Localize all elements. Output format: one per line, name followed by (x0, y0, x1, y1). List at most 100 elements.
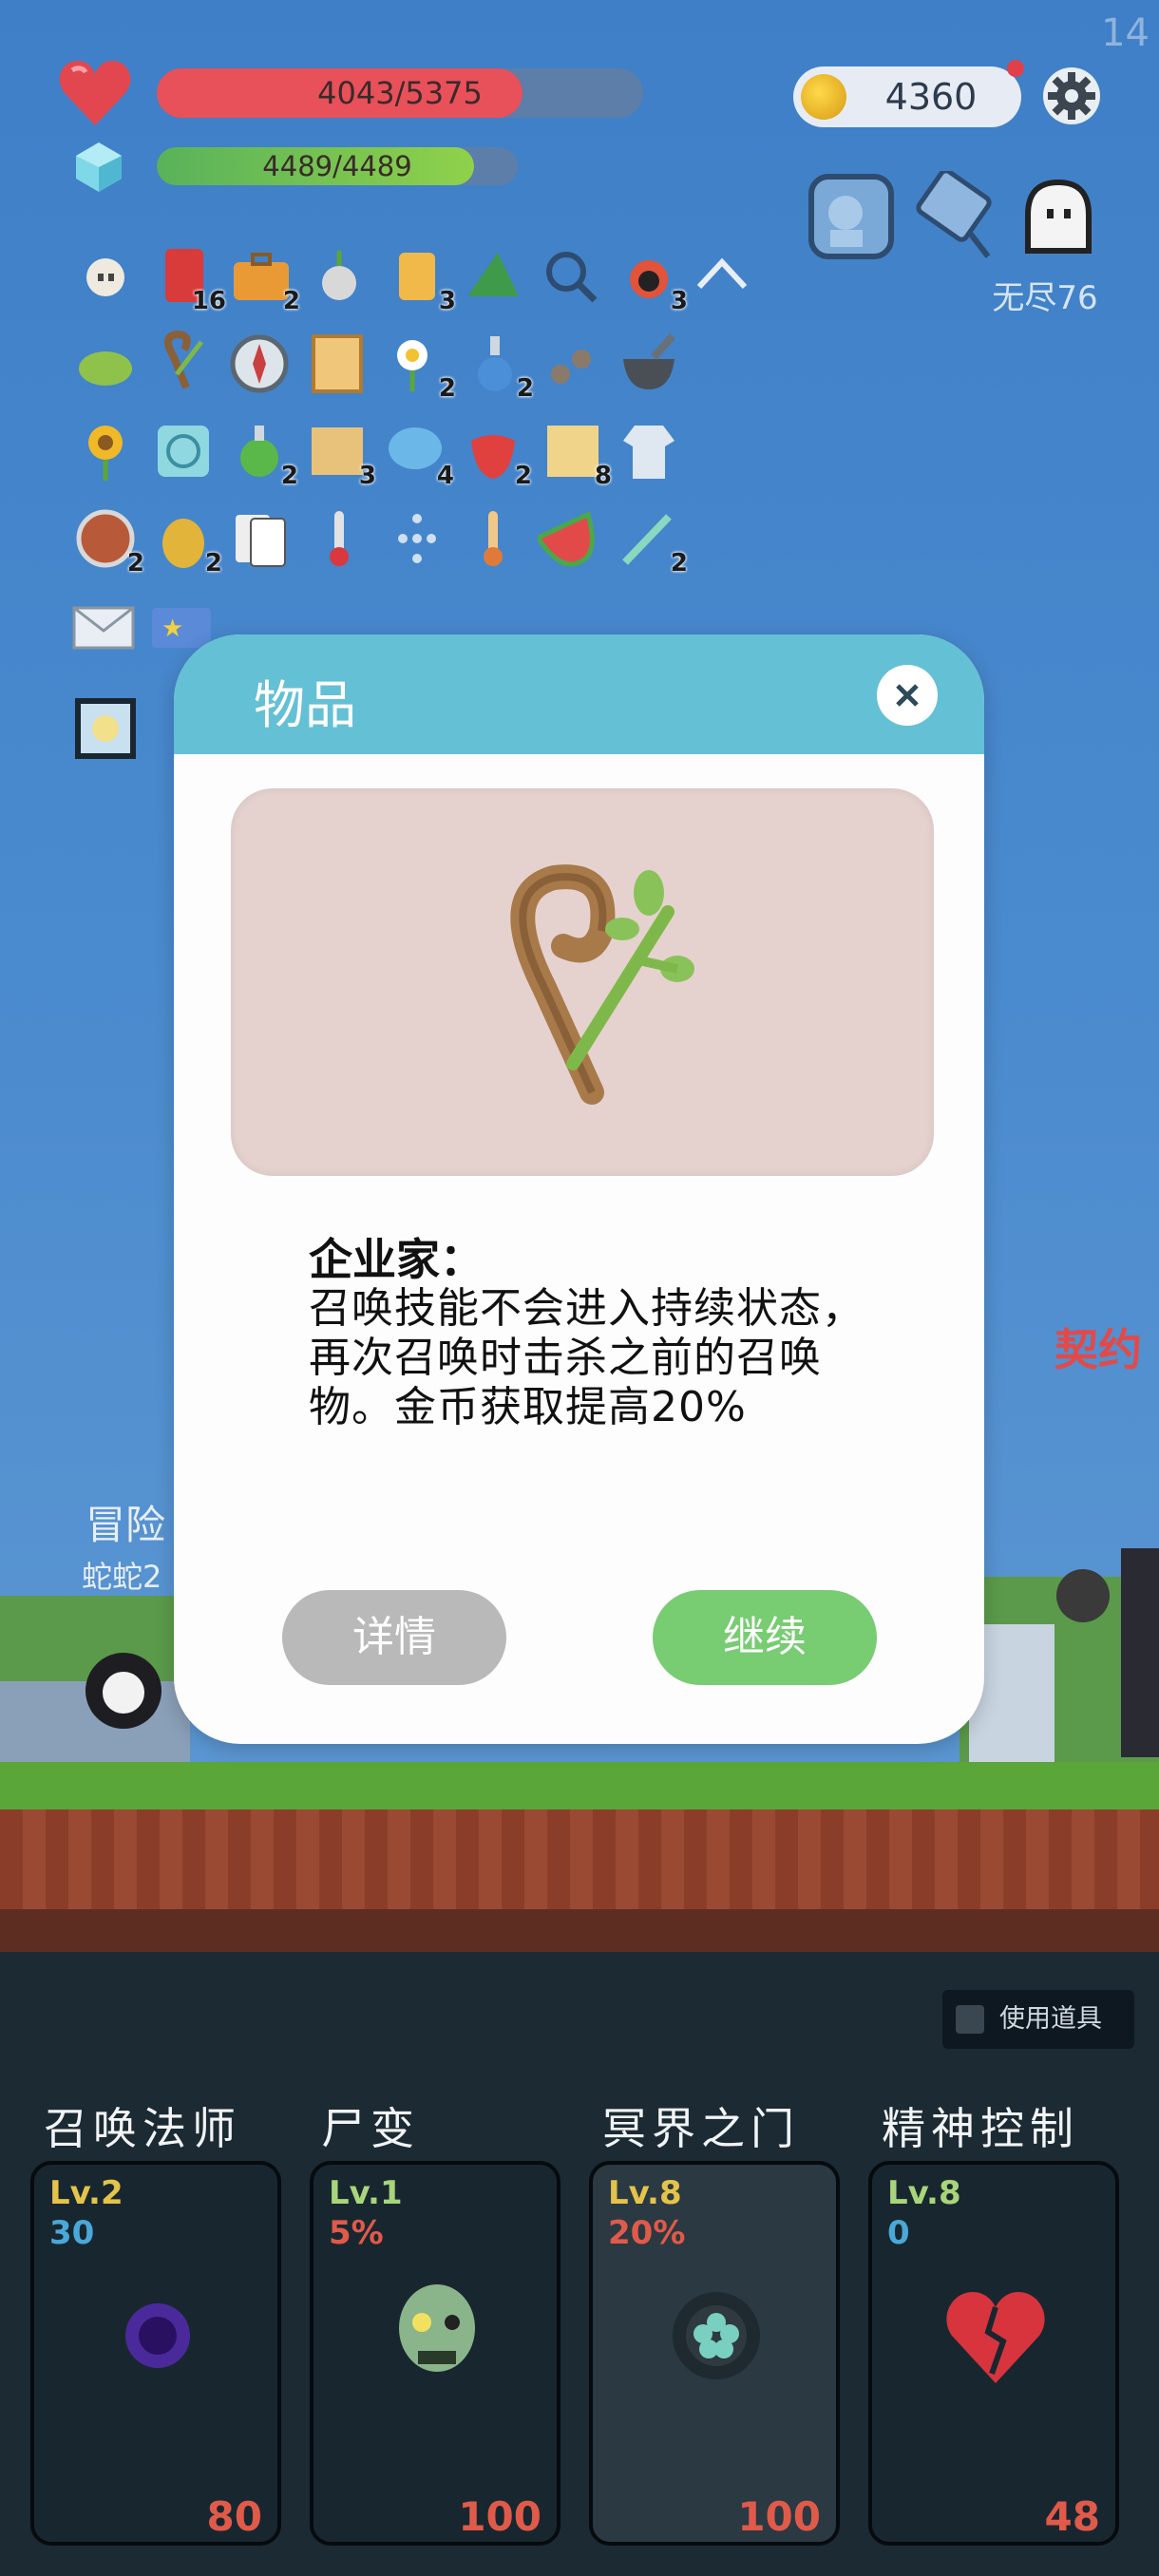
item-count: 2 (204, 549, 222, 578)
dark-orb-icon (125, 2303, 190, 2368)
sunflower-icon[interactable] (72, 418, 139, 484)
item-count: 2 (280, 462, 298, 490)
mana-text: 4489/4489 (262, 150, 412, 182)
green-hat-icon[interactable] (460, 243, 526, 310)
magnifier-icon[interactable] (538, 243, 604, 310)
daisy-icon[interactable]: 2 (384, 331, 456, 403)
item-count: 2 (126, 549, 144, 578)
skull-bones-icon[interactable] (72, 243, 139, 310)
item-count: 3 (358, 462, 376, 490)
skill-title: 冥界之门 (602, 2103, 800, 2154)
item-description: 召唤技能不会进入持续状态，再次召唤时击杀之前的召唤物。金币获取提高20% (309, 1284, 864, 1431)
envelope-icon[interactable] (70, 595, 137, 661)
details-button[interactable]: 详情 (282, 1590, 506, 1685)
coin-counter[interactable]: 4360 (793, 66, 1021, 127)
skill-level: Lv.2 (49, 2174, 124, 2212)
use-item-toggle[interactable]: 使用道具 (942, 1990, 1134, 2049)
skull-plant-icon[interactable] (306, 243, 372, 310)
endless-level-label: 无尽76 (992, 279, 1098, 317)
thermometer-red-icon[interactable] (306, 505, 372, 572)
item-count: 3 (438, 287, 456, 315)
blue-potion-icon[interactable]: 2 (462, 331, 534, 403)
skill-cost: 48 (1044, 2493, 1100, 2540)
mortar-icon[interactable] (616, 331, 682, 397)
item-count: 2 (438, 374, 456, 403)
item-count: 4 (436, 462, 454, 490)
skill-level: Lv.8 (608, 2174, 682, 2212)
strawberry-icon[interactable]: 2 (460, 418, 532, 490)
item-count: 8 (594, 462, 612, 490)
item-count: 16 (191, 287, 226, 315)
skill-stat: 30 (49, 2214, 95, 2252)
brick-ground (0, 1809, 1159, 1909)
scene-label-right: 契约 (1054, 1324, 1142, 1375)
item-name: 企业家： (309, 1234, 484, 1285)
gear-icon[interactable] (1040, 65, 1103, 127)
scroll-map-icon[interactable] (304, 331, 370, 397)
folded-map-icon[interactable]: 8 (540, 418, 612, 490)
skill-stat: 5% (329, 2214, 384, 2252)
skill-title: 精神控制 (882, 2103, 1079, 2154)
skill-cost: 100 (458, 2493, 542, 2540)
treasure-map-icon[interactable]: 3 (304, 418, 376, 490)
hp-bar: 4043/5375 (157, 68, 643, 118)
skill-stat: 0 (887, 2214, 910, 2252)
corner-number: 14 (1101, 11, 1150, 55)
green-potion-icon[interactable]: 2 (226, 418, 298, 490)
scalpel-icon[interactable]: 2 (616, 505, 688, 578)
dark-dirt (0, 1909, 1159, 1952)
continue-button[interactable]: 继续 (653, 1590, 877, 1685)
compass-icon[interactable] (226, 331, 293, 397)
mana-gem-icon (76, 142, 122, 192)
mana-bar: 4489/4489 (157, 147, 518, 185)
character-face-icon[interactable] (808, 173, 895, 260)
item-count: 2 (514, 462, 532, 490)
fire-skull-icon[interactable]: 3 (616, 243, 688, 315)
skill-level: Lv.8 (887, 2174, 961, 2212)
dots-pattern-icon[interactable] (384, 505, 450, 572)
notification-dot (1007, 60, 1024, 77)
item-count: 2 (516, 374, 534, 403)
skill-title: 召唤法师 (44, 2103, 241, 2154)
broken-heart-icon (946, 2292, 1045, 2383)
skill-stat: 20% (608, 2214, 686, 2252)
skill-card-mind-control[interactable]: Lv.8 0 48 (868, 2161, 1119, 2546)
round-shield-icon[interactable]: 2 (72, 505, 144, 578)
item-image-frame (231, 788, 934, 1176)
skill-title: 尸变 (321, 2103, 420, 2154)
meteors-icon[interactable] (538, 331, 604, 397)
skill-card-summon-mage[interactable]: Lv.2 30 80 (30, 2161, 281, 2546)
briefcase-icon[interactable]: 2 (228, 243, 300, 315)
use-item-checkbox[interactable] (956, 2005, 984, 2034)
robe-icon[interactable] (616, 418, 682, 484)
vine-staff-icon[interactable] (148, 327, 215, 393)
hp-text: 4043/5375 (317, 75, 483, 111)
chevron-up-icon[interactable] (695, 255, 749, 293)
skill-cost: 100 (737, 2493, 821, 2540)
pineapple-icon[interactable]: 2 (150, 505, 222, 578)
close-button[interactable] (877, 665, 938, 726)
item-count: 2 (670, 549, 688, 578)
skill-card-underworld-gate[interactable]: Lv.8 20% 100 (589, 2161, 840, 2546)
zombie-head-icon (399, 2284, 475, 2372)
item-count: 2 (282, 287, 300, 315)
red-card-icon[interactable]: 16 (154, 243, 226, 315)
watermelon-icon[interactable] (534, 505, 604, 572)
portal-flower-icon (673, 2292, 760, 2379)
modal-title: 物品 (254, 675, 356, 735)
coin-icon (801, 74, 846, 120)
coin-value: 4360 (884, 76, 978, 118)
framed-portrait-icon[interactable] (72, 695, 139, 762)
card-ghost-icon[interactable] (912, 171, 1005, 264)
chat-bubble-icon[interactable]: 4 (382, 418, 454, 490)
skill-level: Lv.1 (329, 2174, 403, 2212)
use-item-label: 使用道具 (999, 2004, 1102, 2034)
ghost-icon[interactable] (1018, 177, 1098, 256)
tea-cup-icon[interactable] (72, 331, 139, 397)
playing-cards-icon[interactable] (228, 505, 294, 572)
spiral-icon[interactable] (150, 418, 217, 484)
thermometer-icon[interactable] (460, 505, 526, 572)
heart-icon (59, 61, 131, 125)
skill-card-zombify[interactable]: Lv.1 5% 100 (310, 2161, 560, 2546)
scroll-icon[interactable]: 3 (384, 243, 456, 315)
